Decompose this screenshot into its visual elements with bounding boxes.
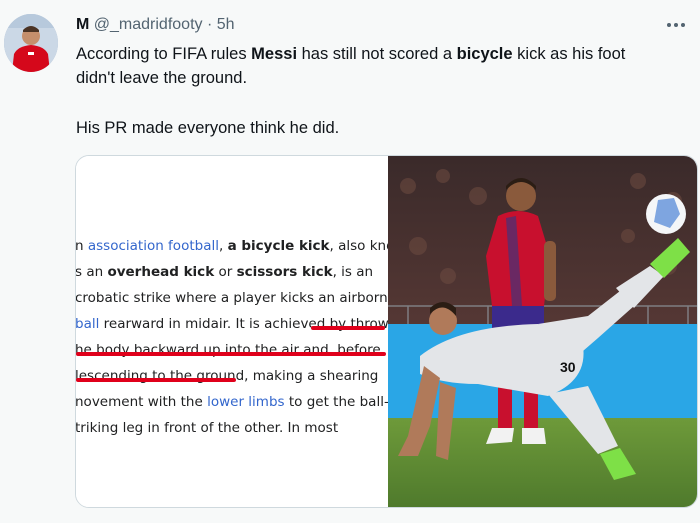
wiki-text-segment: , is an xyxy=(332,264,374,280)
wiki-line: triking leg in front of the other. In mo… xyxy=(76,418,338,438)
wiki-excerpt-image[interactable]: n association football, a bicycle kick, … xyxy=(76,156,388,507)
wiki-text-segment: crobatic strike where a player kicks an … xyxy=(76,290,388,306)
wiki-text-segment: n xyxy=(76,238,88,254)
wiki-text-segment: a bicycle kick xyxy=(227,238,330,254)
bicycle-kick-photo[interactable]: 30 xyxy=(388,156,697,507)
handle[interactable]: @_madridfooty xyxy=(94,16,203,33)
wiki-line: crobatic strike where a player kicks an … xyxy=(76,288,388,308)
wiki-line: lescending to the ground, making a shear… xyxy=(76,366,378,386)
red-underline xyxy=(311,326,385,330)
tweet-card[interactable]: M @_madridfooty · 5h According to FIFA r… xyxy=(0,0,700,523)
red-underline xyxy=(76,378,236,382)
wiki-text-segment: scissors kick xyxy=(236,264,333,280)
wiki-line: ball rearward in midair. It is achieved … xyxy=(76,314,388,334)
tweet-header: M @_madridfooty · 5h xyxy=(76,16,235,34)
tweet-text-line-2: didn't leave the ground. xyxy=(76,69,248,87)
separator-dot: · xyxy=(206,16,213,33)
wiki-text-segment: , xyxy=(218,238,228,254)
wiki-line: n association football, a bicycle kick, … xyxy=(76,236,388,256)
wiki-text-segment: s an xyxy=(76,264,108,280)
display-name[interactable]: M xyxy=(76,16,89,33)
photo-art: 30 xyxy=(388,156,697,507)
jersey-number: 30 xyxy=(560,359,576,375)
wiki-text-segment: , also knowr xyxy=(329,238,388,254)
more-dots-icon[interactable] xyxy=(666,12,686,33)
wiki-line: novement with the lower limbs to get the… xyxy=(76,392,388,412)
red-underline xyxy=(76,352,386,356)
tweet-media[interactable]: n association football, a bicycle kick, … xyxy=(75,155,698,508)
tweet-text: According to FIFA rules Messi has still … xyxy=(76,42,686,140)
wiki-line: s an overhead kick or scissors kick, is … xyxy=(76,262,373,282)
wiki-link[interactable]: lower limbs xyxy=(207,394,284,410)
timestamp[interactable]: 5h xyxy=(217,16,235,33)
wiki-text-segment: or xyxy=(214,264,237,280)
wiki-text-segment: novement with the xyxy=(76,394,208,410)
wiki-text-segment: triking leg in front of the other. In mo… xyxy=(76,420,339,436)
wiki-link[interactable]: association football xyxy=(88,238,219,254)
avatar[interactable] xyxy=(4,14,58,72)
wiki-line: he body backward up into the air and, be… xyxy=(76,340,381,360)
tweet-text-line-1: According to FIFA rules Messi has still … xyxy=(76,45,626,63)
tweet-text-line-3: His PR made everyone think he did. xyxy=(76,119,340,137)
wiki-text-segment: to get the ball- xyxy=(284,394,388,410)
wiki-link[interactable]: ball xyxy=(76,316,99,332)
wiki-text-segment: overhead kick xyxy=(107,264,215,280)
